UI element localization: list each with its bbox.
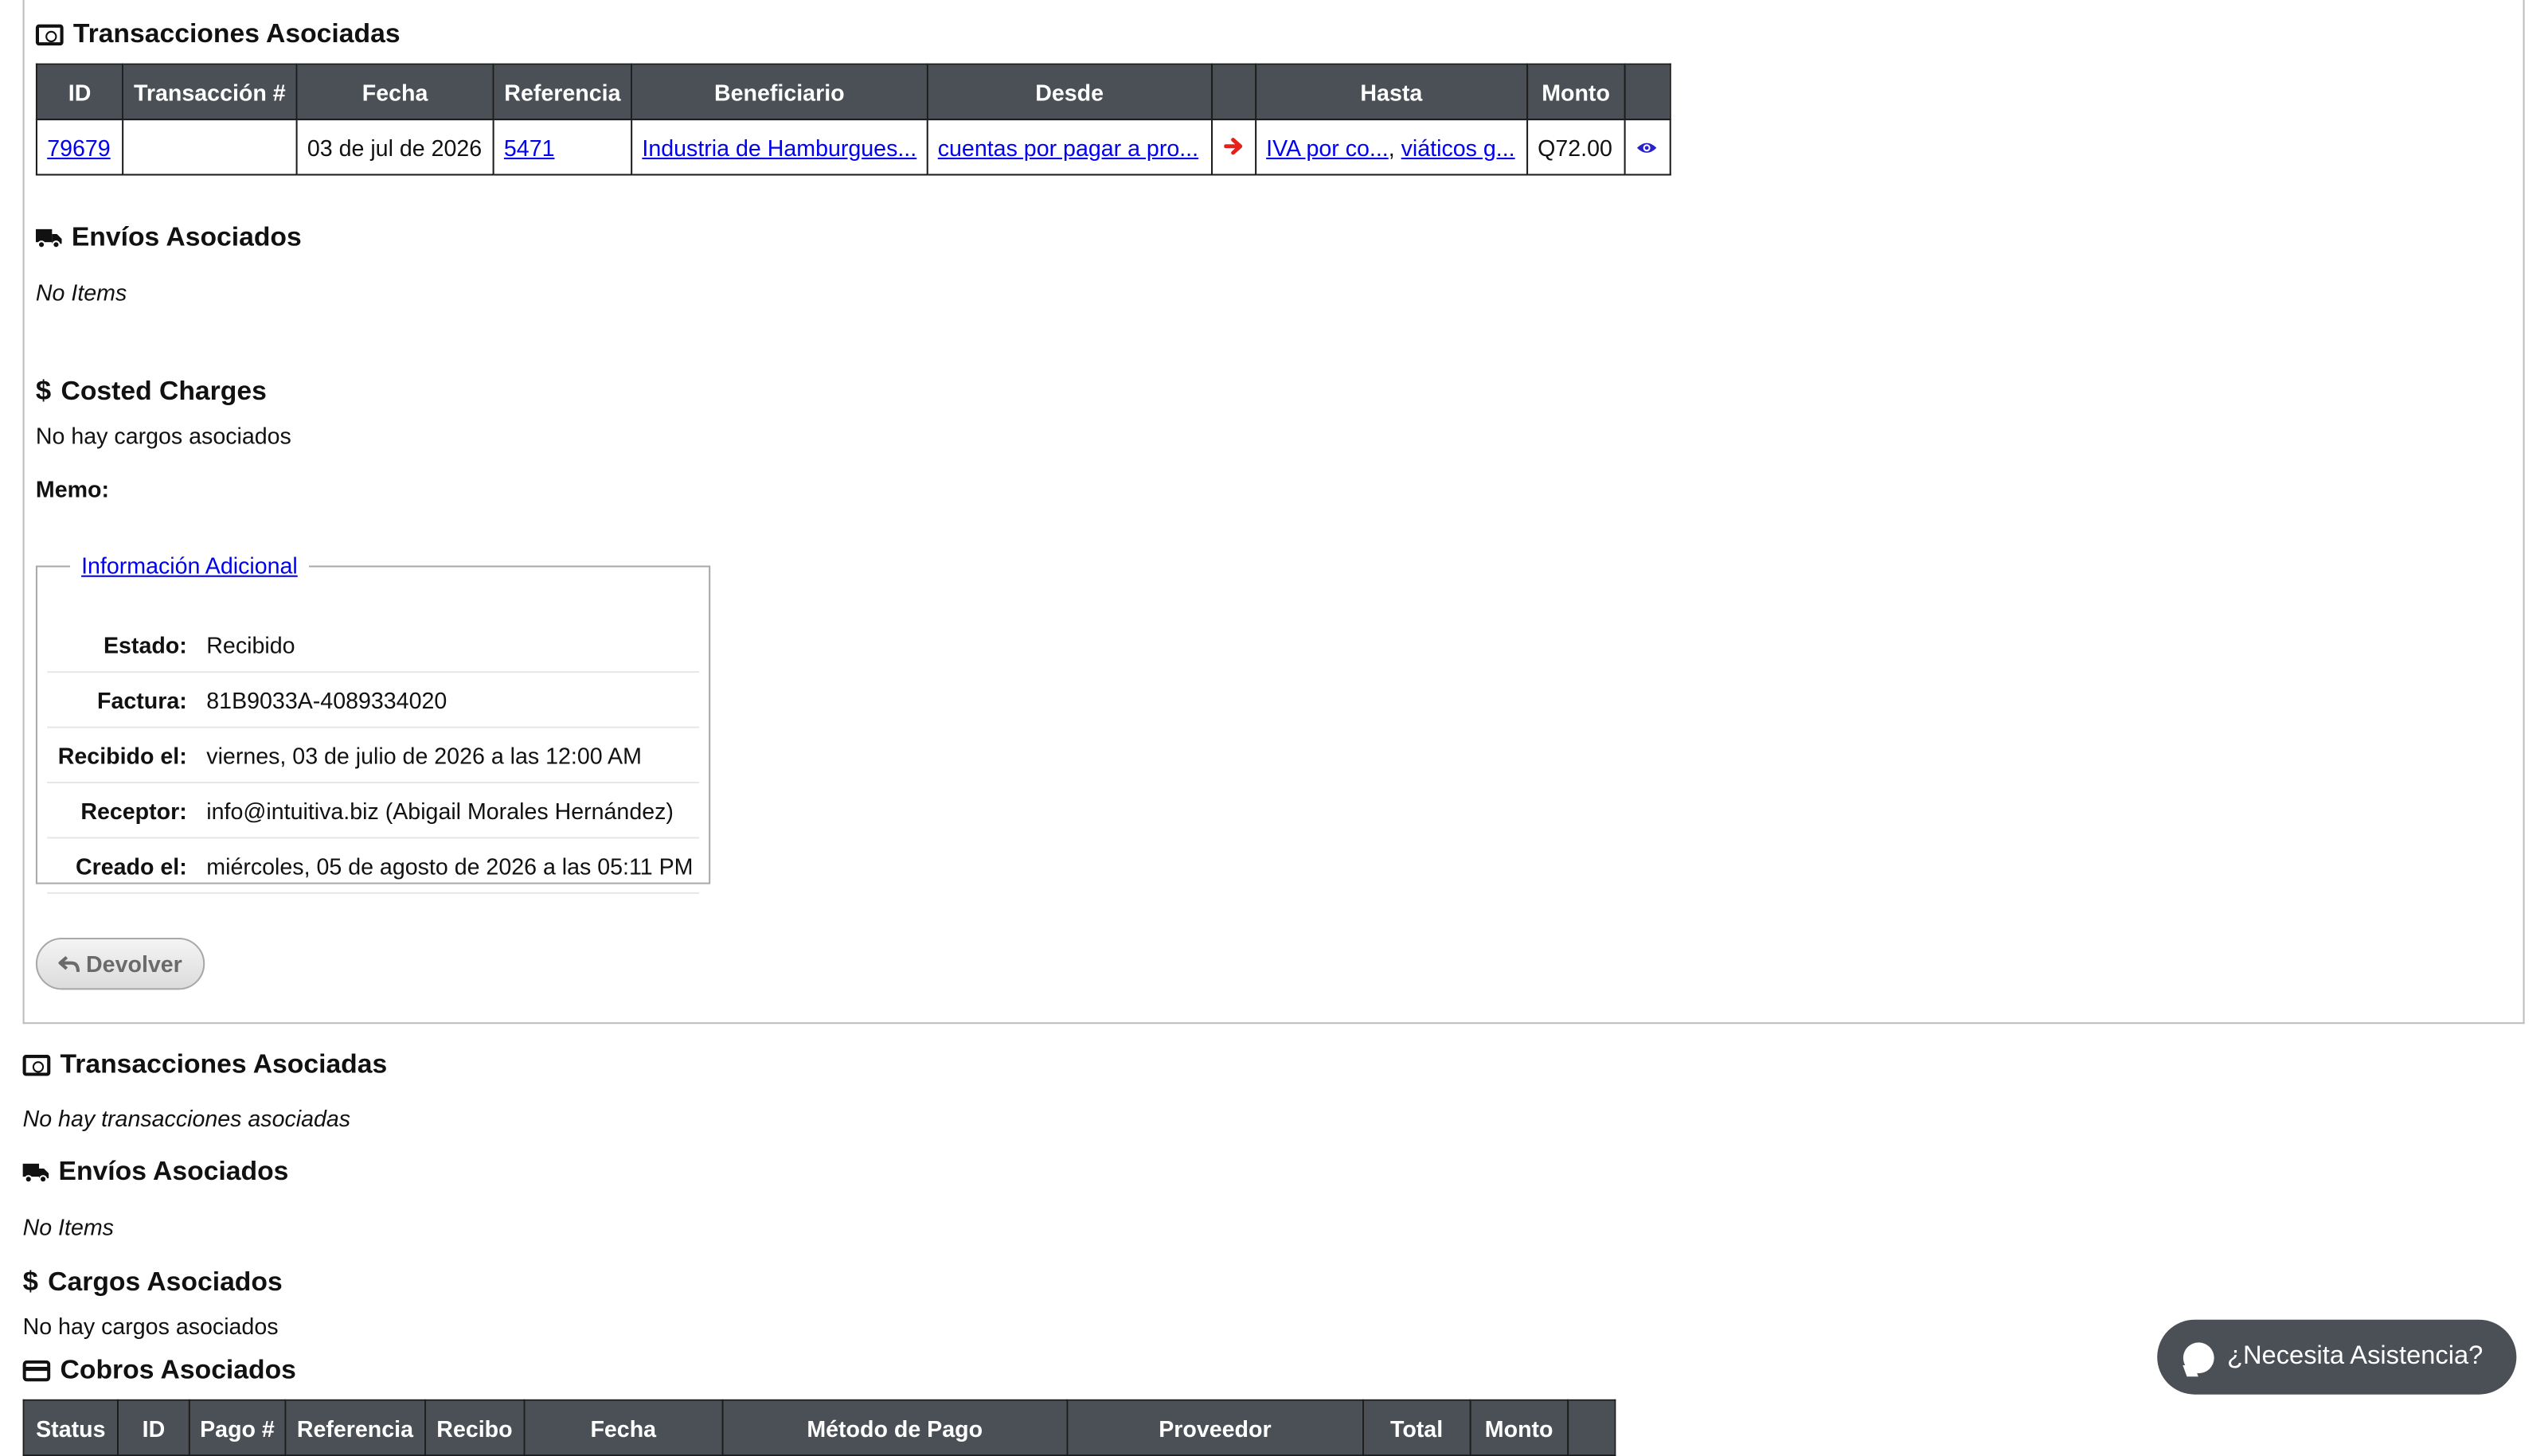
- to-separator: ,: [1388, 134, 1395, 161]
- from-account-link[interactable]: cuentas por pagar a pro...: [938, 134, 1198, 160]
- col-from: Desde: [926, 63, 1213, 121]
- reference-link[interactable]: 5471: [504, 134, 555, 160]
- col-date: Fecha: [295, 63, 494, 121]
- chat-assist-button[interactable]: ¿Necesita Asistencia?: [2157, 1319, 2517, 1395]
- memo-label: Memo:: [35, 476, 110, 502]
- col-reference: Referencia: [284, 1399, 426, 1456]
- eye-icon[interactable]: [1636, 139, 1659, 155]
- col-total: Total: [1362, 1399, 1471, 1456]
- col-beneficiary: Beneficiario: [631, 63, 928, 121]
- info-row-status: Estado: Recibido: [47, 618, 699, 673]
- costed-charges-heading: $ Costed Charges: [36, 376, 267, 408]
- chat-bubble-icon: [2183, 1341, 2214, 1373]
- info-row-receiver: Receptor: info@intuitiva.biz (Abigail Mo…: [47, 783, 699, 839]
- dollar-icon: $: [22, 1266, 38, 1298]
- info-row-invoice: Factura: 81B9033A-4089334020: [47, 673, 699, 728]
- col-payment-no: Pago #: [188, 1399, 287, 1456]
- page-transactions-empty: No hay transacciones asociadas: [22, 1105, 351, 1131]
- additional-info-toggle[interactable]: Información Adicional: [81, 552, 298, 579]
- col-amount: Monto: [1526, 63, 1626, 121]
- shipments-heading: Envíos Asociados: [35, 223, 302, 254]
- date-cell: 03 de jul de 2026: [295, 119, 494, 176]
- col-amount: Monto: [1469, 1399, 1569, 1456]
- truck-icon: [22, 1163, 49, 1184]
- return-button[interactable]: Devolver: [35, 938, 205, 990]
- info-row-received: Recibido el: viernes, 03 de julio de 202…: [47, 728, 699, 784]
- to-account-link-1[interactable]: IVA por co...: [1266, 134, 1389, 160]
- shipments-empty: No Items: [35, 279, 127, 306]
- transaction-id-link[interactable]: 79679: [47, 134, 110, 160]
- truck-icon: [35, 228, 62, 249]
- credit-card-icon: [22, 1360, 51, 1382]
- money-icon: [22, 1054, 51, 1076]
- page-transactions-heading: Transacciones Asociadas: [22, 1050, 387, 1081]
- reply-icon: [58, 954, 80, 971]
- table-row: 79679 03 de jul de 2026 5471 Industria d…: [35, 119, 1671, 176]
- col-actions: [1566, 1399, 1616, 1456]
- page-shipments-empty: No Items: [22, 1214, 114, 1240]
- info-row-created: Creado el: miércoles, 05 de agosto de 20…: [47, 838, 699, 894]
- transaction-number-cell: [122, 119, 298, 176]
- col-to: Hasta: [1254, 63, 1528, 121]
- additional-info: Información Adicional Estado: Recibido F…: [35, 552, 711, 894]
- col-transaction-no: Transacción #: [122, 63, 298, 121]
- collections-heading: Cobros Asociados: [22, 1356, 296, 1387]
- page-charges-empty: No hay cargos asociados: [22, 1313, 279, 1340]
- beneficiary-link[interactable]: Industria de Hamburgues...: [642, 134, 916, 160]
- col-provider: Proveedor: [1066, 1399, 1364, 1456]
- collections-table: Status ID Pago # Referencia Recibo Fecha…: [22, 1399, 1616, 1456]
- col-actions: [1624, 63, 1671, 121]
- col-arrow: [1210, 63, 1256, 121]
- col-status: Status: [22, 1399, 119, 1456]
- to-account-link-2[interactable]: viáticos g...: [1401, 134, 1515, 160]
- amount-cell: Q72.00: [1526, 119, 1626, 176]
- page-charges-heading: $ Cargos Asociados: [23, 1266, 283, 1298]
- transactions-heading: Transacciones Asociadas: [35, 19, 401, 50]
- dollar-icon: $: [35, 375, 52, 407]
- transactions-table: ID Transacción # Fecha Referencia Benefi…: [35, 63, 1671, 176]
- col-receipt: Recibo: [424, 1399, 526, 1456]
- col-id: ID: [116, 1399, 190, 1456]
- money-icon: [35, 24, 64, 46]
- page-shipments-heading: Envíos Asociados: [22, 1157, 288, 1189]
- col-id: ID: [35, 63, 124, 121]
- col-reference: Referencia: [492, 63, 633, 121]
- arrow-right-icon: [1223, 137, 1242, 154]
- costed-empty: No hay cargos asociados: [35, 422, 291, 449]
- col-payment-method: Método de Pago: [721, 1399, 1069, 1456]
- col-date: Fecha: [523, 1399, 724, 1456]
